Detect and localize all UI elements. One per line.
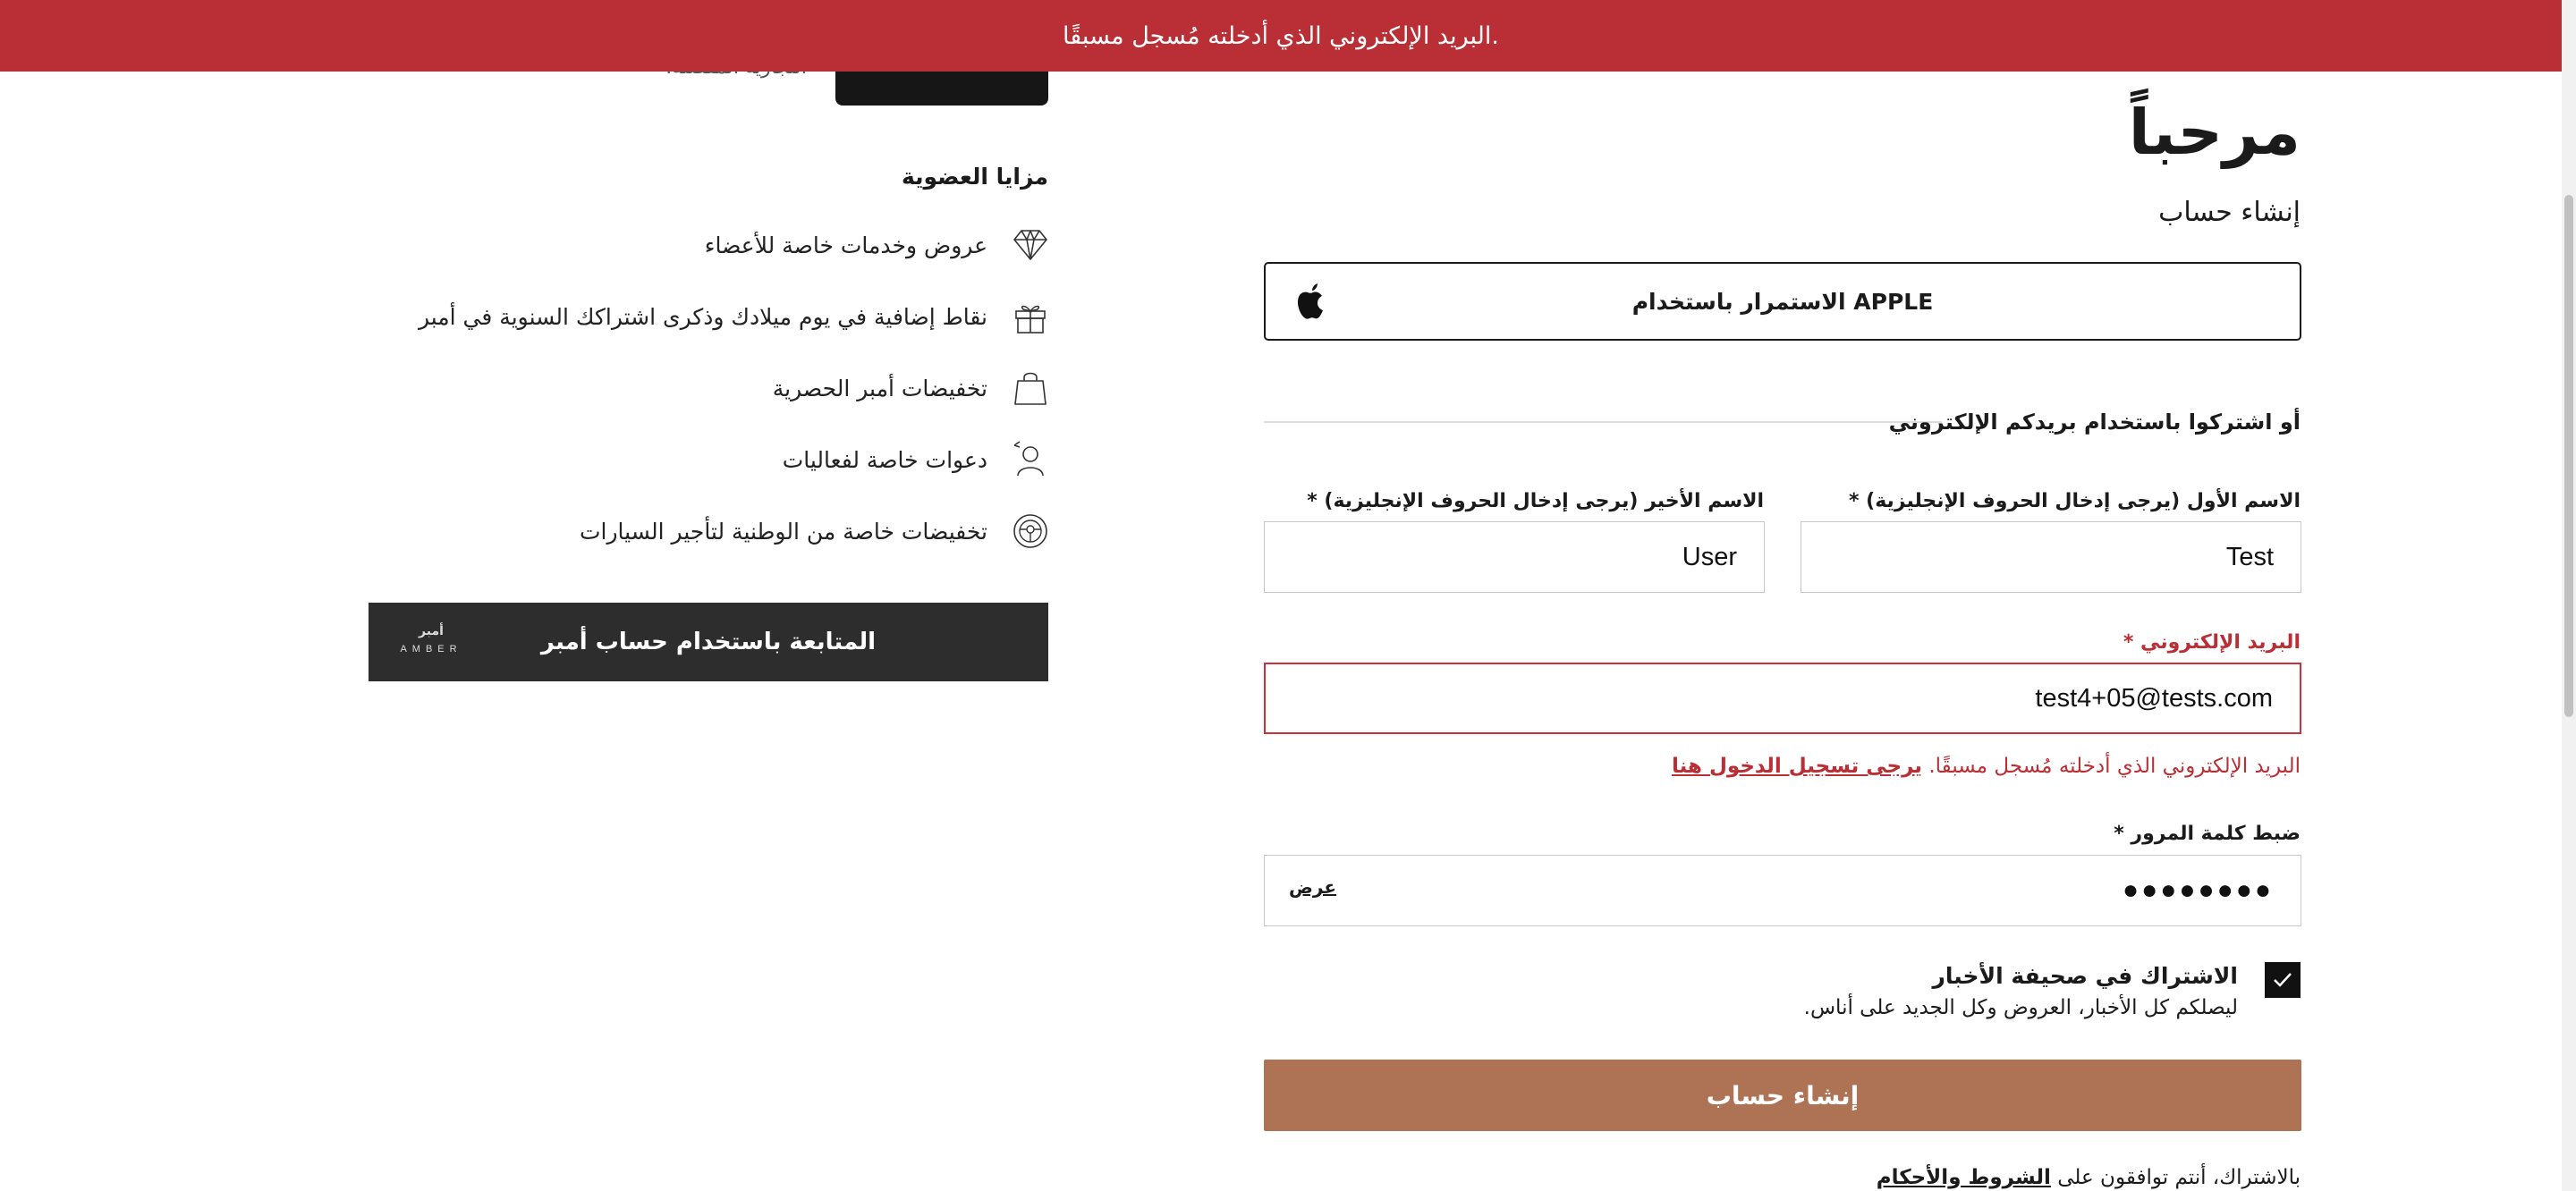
amber-login-button[interactable]: أمبر AMBER المتابعة باستخدام حساب أمبر: [369, 603, 1048, 681]
page-title: مرحباً: [2128, 96, 2301, 169]
benefit-item: تخفيضات خاصة من الوطنية لتأجير السيارات: [580, 519, 987, 545]
password-field[interactable]: ●●●●●●●●: [1264, 855, 2301, 926]
diamond-icon: [1013, 230, 1047, 260]
password-label: ضبط كلمة المرور *: [2114, 823, 2301, 845]
show-password-button[interactable]: عرض: [1289, 876, 1336, 898]
benefit-item: دعوات خاصة لفعاليات: [782, 447, 987, 473]
login-here-link[interactable]: يرجى تسجيل الدخول هنا: [1672, 755, 1922, 778]
last-name-field[interactable]: User: [1264, 521, 1765, 593]
terms-text: بالاشتراك، أنتم توافقون على الشروط والأح…: [1877, 1164, 2301, 1191]
newsletter-checkbox[interactable]: [2265, 962, 2301, 998]
create-account-button[interactable]: إنشاء حساب: [1264, 1060, 2301, 1131]
divider-text: أو اشتركوا باستخدام بريدكم الإلكتروني: [1888, 410, 2301, 435]
email-field[interactable]: test4+05@tests.com: [1264, 663, 2301, 734]
email-error-text: البريد الإلكتروني الذي أدخلته مُسجل مسبق…: [1928, 755, 2301, 778]
scrollbar-thumb[interactable]: [2564, 195, 2573, 717]
shopping-bag-icon: [1014, 372, 1046, 405]
benefit-item: تخفيضات أمبر الحصرية: [772, 376, 987, 401]
checkmark-icon: [2274, 973, 2292, 987]
terms-link[interactable]: الشروط والأحكام: [1877, 1166, 2051, 1189]
error-banner: البريد الإلكتروني الذي أدخلته مُسجل مسبق…: [0, 0, 2562, 72]
gift-icon: [1015, 305, 1046, 334]
error-banner-text: البريد الإلكتروني الذي أدخلته مُسجل مسبق…: [1063, 21, 1499, 50]
user-invite-icon: [1013, 441, 1044, 477]
email-label: البريد الإلكتروني *: [2123, 631, 2301, 654]
first-name-field[interactable]: Test: [1801, 521, 2301, 593]
benefit-item: نقاط إضافية في يوم ميلادك وذكرى اشتراكك …: [418, 304, 987, 330]
terms-prefix: بالاشتراك، أنتم توافقون على: [2057, 1166, 2301, 1189]
last-name-label: الاسم الأخير (يرجى إدخال الحروف الإنجليز…: [1307, 490, 1764, 512]
amber-login-label: المتابعة باستخدام حساب أمبر: [540, 629, 877, 655]
divider-line: [1264, 421, 1942, 423]
steering-wheel-icon: [1013, 514, 1047, 548]
benefits-title: مزايا العضوية: [901, 164, 1048, 190]
apple-signin-button[interactable]: الاستمرار باستخدام APPLE: [1264, 262, 2301, 341]
page-subtitle: إنشاء حساب: [2158, 197, 2301, 228]
apple-icon: [1297, 283, 1323, 319]
email-error-message: البريد الإلكتروني الذي أدخلته مُسجل مسبق…: [1672, 753, 2301, 780]
apple-signin-label: الاستمرار باستخدام APPLE: [1631, 288, 1934, 315]
scrollbar-track[interactable]: [2562, 0, 2576, 1191]
newsletter-subtitle: ليصلكم كل الأخبار، العروض وكل الجديد على…: [1803, 996, 2238, 1019]
first-name-label: الاسم الأول (يرجى إدخال الحروف الإنجليزي…: [1848, 490, 2301, 512]
amber-logo: أمبر AMBER: [400, 624, 462, 655]
benefit-item: عروض وخدمات خاصة للأعضاء: [704, 232, 987, 258]
newsletter-title: الاشتراك في صحيفة الأخبار: [1932, 963, 2238, 989]
